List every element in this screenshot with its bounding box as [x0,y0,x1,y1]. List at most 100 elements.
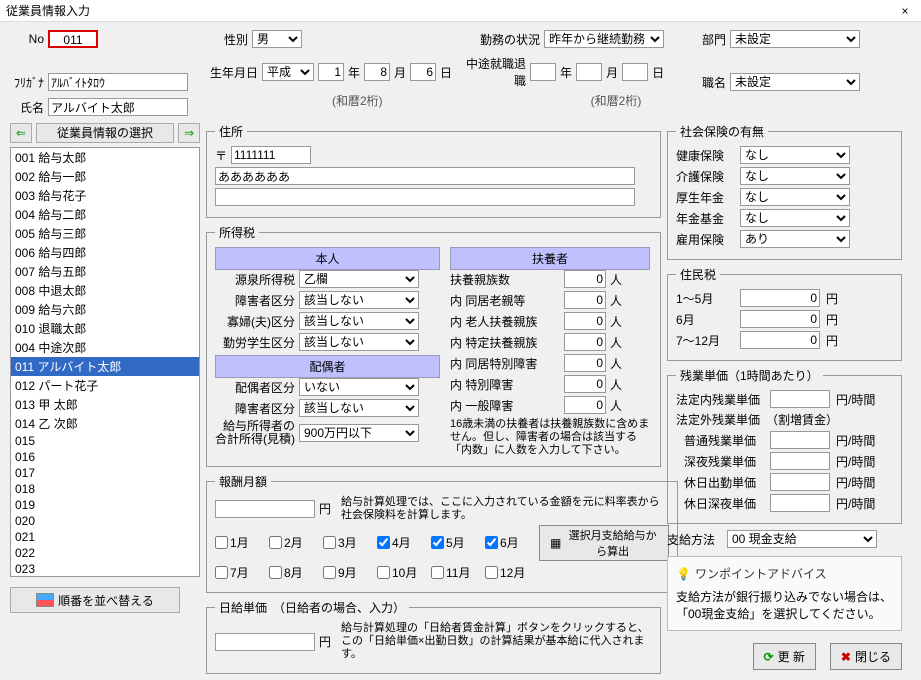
gakusei-select[interactable]: 該当しない [299,333,419,351]
list-item[interactable]: 016 [11,449,199,465]
dep-d3[interactable] [564,333,606,351]
list-item[interactable]: 011 アルバイト太郎 [11,357,199,376]
gensen-select[interactable]: 乙欄 [299,270,419,288]
dep-d2[interactable] [564,312,606,330]
list-item[interactable]: 003 給与花子 [11,186,199,205]
birth-day[interactable] [410,63,436,81]
monthly-amount[interactable] [215,500,315,518]
month-7-checkbox[interactable] [215,566,228,579]
spouse-kbn-select[interactable]: いない [299,378,419,396]
list-item[interactable]: 009 給与六郎 [11,300,199,319]
name-label: 氏名 [10,99,44,116]
ot4[interactable] [770,452,830,470]
close-button[interactable]: ✖閉じる [830,643,902,670]
res-1-5[interactable] [740,289,820,307]
dep-d4[interactable] [564,354,606,372]
list-item[interactable]: 021 [11,529,199,545]
mid-retire-label: 中途就職退職 [456,55,526,89]
list-item[interactable]: 022 [11,545,199,561]
ot5[interactable] [770,473,830,491]
insurance-4-select[interactable]: あり [740,230,850,248]
month-5-checkbox[interactable] [431,536,444,549]
daily-amount[interactable] [215,633,315,651]
mid-day[interactable] [622,63,648,81]
shogai-select[interactable]: 該当しない [299,291,419,309]
nav-label: 従業員情報の選択 [36,123,174,143]
address-line1[interactable] [215,167,635,185]
dept-label: 部門 [686,31,726,48]
list-item[interactable]: 007 給与五郎 [11,262,199,281]
list-item[interactable]: 012 パート花子 [11,376,199,395]
birth-month[interactable] [364,63,390,81]
month-3-checkbox[interactable] [323,536,336,549]
ot6[interactable] [770,494,830,512]
spouse-income-select[interactable]: 900万円以下 [299,424,419,442]
insurance-1-select[interactable]: なし [740,167,850,185]
day-suffix: 日 [440,64,452,81]
list-item[interactable]: 018 [11,481,199,497]
month-6-checkbox[interactable] [485,536,498,549]
list-item[interactable]: 001 給与太郎 [11,148,199,167]
name-input[interactable] [48,98,188,116]
mid-month[interactable] [576,63,602,81]
month-11-checkbox[interactable] [431,566,444,579]
work-status-select[interactable]: 昨年から継続勤務 [544,30,664,48]
list-item[interactable]: 014 乙 次郎 [11,414,199,433]
spouse-shogai-select[interactable]: 該当しない [299,399,419,417]
update-button[interactable]: ⟳更 新 [753,643,816,670]
era-select[interactable]: 平成 [262,63,314,81]
list-item[interactable]: 005 給与三郎 [11,224,199,243]
dep-d5[interactable] [564,375,606,393]
list-item[interactable]: 020 [11,513,199,529]
res-6[interactable] [740,310,820,328]
month-12-checkbox[interactable] [485,566,498,579]
payment-select[interactable]: 00 現金支給 [727,530,877,548]
list-item[interactable]: 008 中退太郎 [11,281,199,300]
list-item[interactable]: 002 給与一郎 [11,167,199,186]
mid-year[interactable] [530,63,556,81]
list-item[interactable]: 004 給与二郎 [11,205,199,224]
sort-button[interactable]: 順番を並べ替える [10,587,180,613]
address-group: 住所 〒 [206,123,661,218]
prev-button[interactable]: ⇐ [10,123,32,143]
birth-year[interactable] [318,63,344,81]
list-item[interactable]: 023 [11,561,199,577]
month-10-checkbox[interactable] [377,566,390,579]
payment-label: 支給方法 [667,531,723,548]
daily-desc: 給与計算処理の「日給者賃金計算」ボタンをクリックすると、この「日給単価×出勤日数… [341,622,652,662]
daily-group: 日給単価 （日給者の場合、入力） 円 給与計算処理の「日給者賃金計算」ボタンをク… [206,599,661,674]
close-icon[interactable]: × [895,4,915,18]
insurance-0-select[interactable]: なし [740,146,850,164]
dep-count[interactable] [564,270,606,288]
list-item[interactable]: 010 退職太郎 [11,319,199,338]
job-select[interactable]: 未設定 [730,73,860,91]
month-9-checkbox[interactable] [323,566,336,579]
res-7-12[interactable] [740,331,820,349]
list-item[interactable]: 015 [11,433,199,449]
furigana-input[interactable] [48,73,188,91]
month-1-checkbox[interactable] [215,536,228,549]
dept-select[interactable]: 未設定 [730,30,860,48]
ot1[interactable] [770,390,830,408]
month-8-checkbox[interactable] [269,566,282,579]
address-line2[interactable] [215,188,635,206]
month-4-checkbox[interactable] [377,536,390,549]
zip-input[interactable] [231,146,311,164]
employee-list[interactable]: 001 給与太郎002 給与一郎003 給与花子004 給与二郎005 給与三郎… [10,147,200,577]
calc-from-selected-button[interactable]: ▦選択月支給給与から算出 [539,525,669,561]
self-header: 本人 [215,247,440,270]
list-item[interactable]: 004 中途次郎 [11,338,199,357]
list-item[interactable]: 013 甲 太郎 [11,395,199,414]
dep-d6[interactable] [564,396,606,414]
list-item[interactable]: 019 [11,497,199,513]
ot3[interactable] [770,431,830,449]
kafu-select[interactable]: 該当しない [299,312,419,330]
dep-d1[interactable] [564,291,606,309]
list-item[interactable]: 006 給与四郎 [11,243,199,262]
list-item[interactable]: 017 [11,465,199,481]
insurance-3-select[interactable]: なし [740,209,850,227]
next-button[interactable]: ⇒ [178,123,200,143]
sex-select[interactable]: 男 [252,30,302,48]
insurance-2-select[interactable]: なし [740,188,850,206]
month-2-checkbox[interactable] [269,536,282,549]
